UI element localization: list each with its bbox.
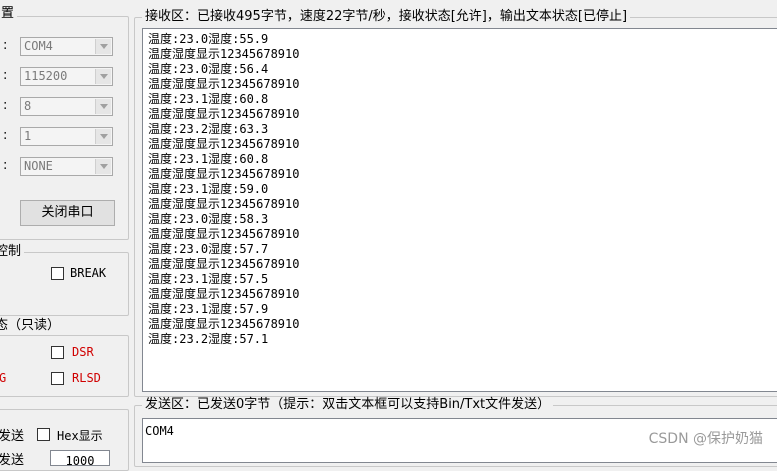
close-port-button[interactable]: 关闭串口: [20, 200, 115, 226]
databits-combo-value: 8: [24, 99, 32, 113]
receive-line: 温度:23.0湿度:55.9: [148, 32, 269, 46]
send-options-label: 发送: [0, 429, 25, 444]
status-group: [0, 335, 129, 397]
receive-line: 温度:23.2湿度:57.1: [148, 332, 269, 346]
receive-line: 温度湿度显示12345678910: [148, 227, 300, 241]
receive-line: 温度:23.1湿度:60.8: [148, 92, 269, 106]
send-text: COM4: [145, 424, 174, 438]
receive-line: 温度:23.1湿度:59.0: [148, 182, 269, 196]
dsr-checkbox[interactable]: [51, 346, 64, 359]
receive-line: 温度湿度显示12345678910: [148, 107, 300, 121]
rlsd-checkbox[interactable]: [51, 372, 64, 385]
baud-combo[interactable]: 115200: [20, 67, 113, 86]
databits-combo[interactable]: 8: [20, 97, 113, 116]
receive-line: 温度湿度显示12345678910: [148, 47, 300, 61]
receive-line: 温度:23.1湿度:57.9: [148, 302, 269, 316]
chevron-down-icon[interactable]: [95, 159, 111, 174]
receive-line: 温度:23.0湿度:57.7: [148, 242, 269, 256]
close-port-label: 关闭串口: [41, 205, 94, 220]
receive-line: 温度湿度显示12345678910: [148, 197, 300, 211]
baud-combo-value: 115200: [24, 69, 68, 83]
receive-textarea[interactable]: 温度:23.0湿度:55.9 温度湿度显示12345678910 温度:23.0湿度…: [142, 28, 777, 392]
control-group: [0, 252, 129, 316]
send-title: 发送区：已发送0字节（提示：双击文本框可以支持Bin/Txt文件发送）: [142, 397, 554, 413]
receive-line: 温度:23.1湿度:60.8: [148, 152, 269, 166]
chevron-down-icon[interactable]: [95, 99, 111, 114]
interval-label: 发送: [0, 453, 25, 468]
settings-colon: :: [3, 38, 8, 53]
cut-status-label: G: [0, 371, 7, 385]
break-checkbox[interactable]: [51, 267, 64, 280]
chevron-down-icon[interactable]: [95, 129, 111, 144]
port-combo-value: COM4: [24, 39, 53, 53]
port-combo[interactable]: COM4: [20, 37, 113, 56]
chevron-down-icon[interactable]: [95, 39, 111, 54]
settings-colon: :: [3, 98, 8, 113]
receive-lines: 温度:23.0湿度:55.9 温度湿度显示12345678910 温度:23.0湿度…: [148, 32, 777, 347]
parity-combo[interactable]: NONE: [20, 157, 113, 176]
interval-input[interactable]: 1000: [50, 450, 110, 468]
parity-combo-value: NONE: [24, 159, 53, 173]
settings-colon: :: [3, 158, 8, 173]
csdn-watermark: CSDN @保护奶猫: [648, 431, 763, 447]
port-settings-title: 置: [0, 6, 18, 22]
control-title: 控制: [0, 244, 25, 260]
receive-title: 接收区：已接收495字节，速度22字节/秒，接收状态[允许]，输出文本状态[已停…: [142, 9, 631, 25]
receive-line: 温度湿度显示12345678910: [148, 257, 300, 271]
chevron-down-icon[interactable]: [95, 69, 111, 84]
receive-line: 温度湿度显示12345678910: [148, 77, 300, 91]
receive-line: 温度湿度显示12345678910: [148, 287, 300, 301]
stopbits-combo-value: 1: [24, 129, 32, 143]
receive-line: 温度:23.1湿度:57.5: [148, 272, 269, 286]
interval-value: 1000: [65, 454, 95, 468]
settings-colon: :: [3, 68, 8, 83]
receive-line: 温度湿度显示12345678910: [148, 317, 300, 331]
receive-line: 温度湿度显示12345678910: [148, 137, 300, 151]
stopbits-combo[interactable]: 1: [20, 127, 113, 146]
settings-colon: :: [3, 128, 8, 143]
hex-display-label: Hex显示: [57, 429, 103, 443]
receive-line: 温度:23.0湿度:56.4: [148, 62, 269, 76]
receive-line: 温度:23.2湿度:63.3: [148, 122, 269, 136]
rlsd-label: RLSD: [72, 371, 101, 385]
status-title: 态（只读）: [0, 318, 64, 334]
hex-display-checkbox[interactable]: [37, 428, 50, 441]
break-label: BREAK: [70, 266, 107, 280]
receive-line: 温度湿度显示12345678910: [148, 167, 300, 181]
receive-line: 温度:23.0湿度:58.3: [148, 212, 269, 226]
dsr-label: DSR: [72, 345, 94, 359]
